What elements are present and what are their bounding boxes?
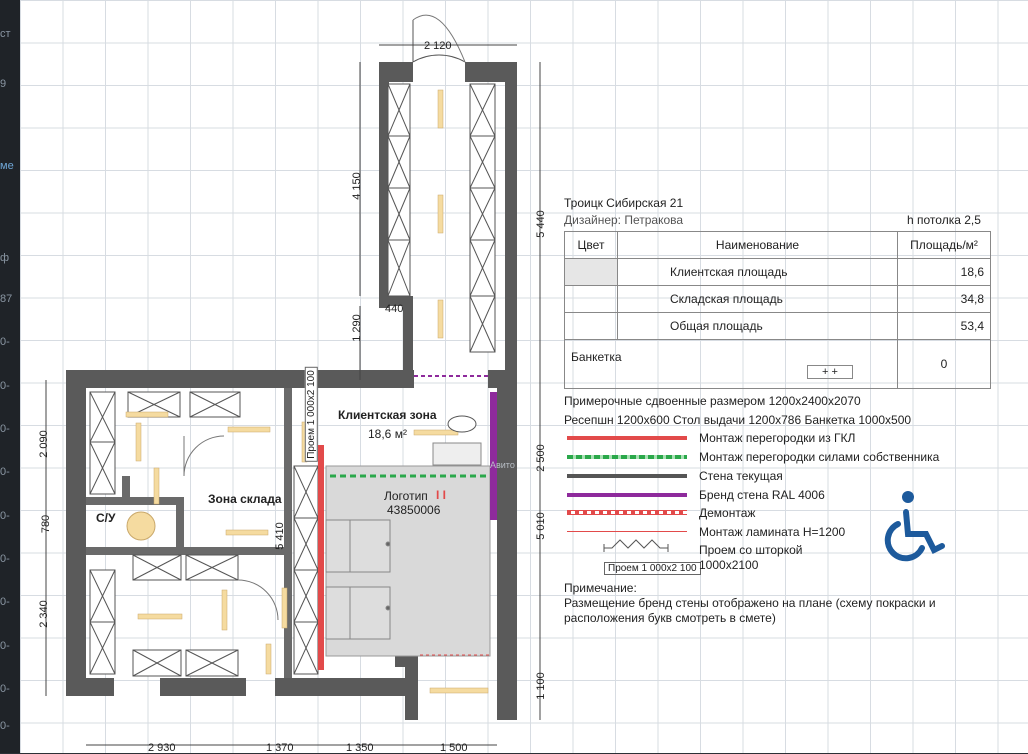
remark-title: Примечание:: [564, 581, 637, 595]
remark-text2: расположения букв смотреть в смете): [564, 611, 776, 625]
remark-text1: Размещение бренд стены отображено на пла…: [564, 596, 936, 610]
wheelchair-icon: [884, 491, 945, 562]
drawing-viewer: ст 9 ме ф 87 0- 0- 0- 0- 0- 0- 0- 0- 0- …: [0, 0, 1028, 754]
